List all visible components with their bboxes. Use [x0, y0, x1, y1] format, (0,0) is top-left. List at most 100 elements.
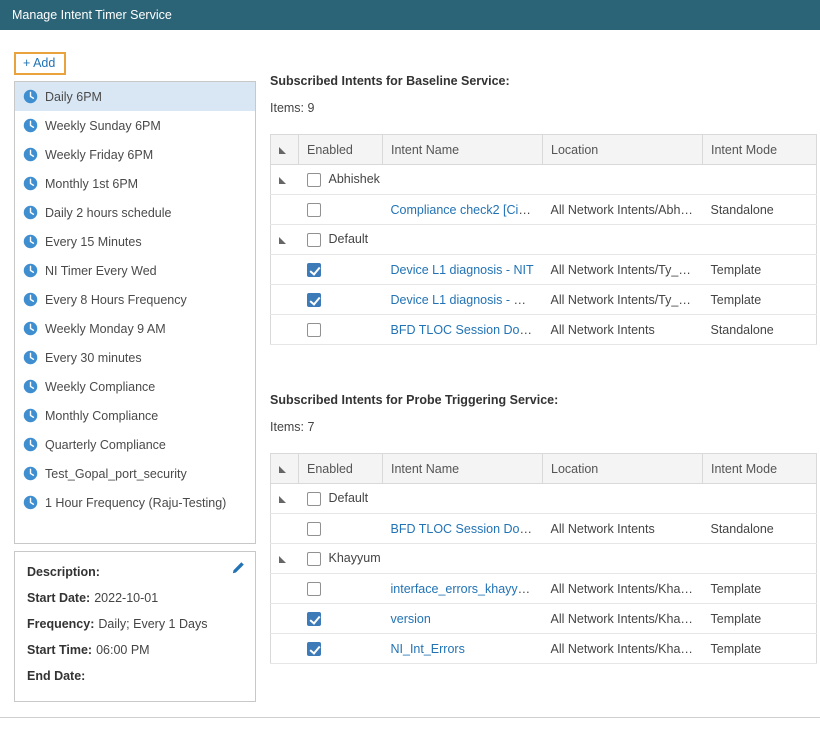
timer-list-item[interactable]: Daily 6PM — [15, 82, 255, 111]
intent-name-link[interactable]: interface_errors_khayyum — [391, 582, 536, 596]
main-content: Subscribed Intents for Baseline Service:… — [270, 30, 820, 664]
detail-field-value: Daily; Every 1 Days — [98, 617, 207, 631]
intent-name-cell: BFD TLOC Session Down — [383, 514, 543, 544]
enabled-checkbox[interactable] — [307, 612, 321, 626]
detail-field: End Date: — [27, 669, 243, 683]
timer-list-item[interactable]: Weekly Compliance — [15, 372, 255, 401]
intent-mode-cell: Template — [703, 285, 817, 315]
clock-icon — [23, 292, 38, 307]
intent-name-link[interactable]: BFD TLOC Session Down — [391, 323, 536, 337]
timer-list-item[interactable]: Daily 2 hours schedule — [15, 198, 255, 227]
intents-table: EnabledIntent NameLocationIntent Mode Abh… — [270, 134, 817, 345]
intent-mode-cell: Standalone — [703, 195, 817, 225]
collapse-all-header[interactable] — [271, 135, 299, 165]
table-row: Khayyum — [271, 544, 817, 574]
timer-item-label: 1 Hour Frequency (Raju-Testing) — [45, 496, 226, 510]
spacer-cell — [271, 315, 299, 345]
timer-list-item[interactable]: Weekly Friday 6PM — [15, 140, 255, 169]
group-expand-cell — [271, 544, 299, 574]
group-name: Khayyum — [329, 551, 381, 565]
intent-name-link[interactable]: Device L1 diagnosis - NIT — [391, 263, 534, 277]
group-name: Default — [329, 232, 369, 246]
timer-list-item[interactable]: Monthly 1st 6PM — [15, 169, 255, 198]
column-header: Intent Name — [383, 454, 543, 484]
intent-name-cell: BFD TLOC Session Down — [383, 315, 543, 345]
items-count: Items: 7 — [270, 420, 820, 434]
intent-name-cell: NI_Int_Errors — [383, 634, 543, 664]
add-timer-button[interactable]: + Add — [14, 52, 66, 75]
enabled-checkbox[interactable] — [307, 233, 321, 247]
timer-item-label: Quarterly Compliance — [45, 438, 166, 452]
enabled-checkbox[interactable] — [307, 492, 321, 506]
enabled-cell — [299, 285, 383, 315]
timer-list-item[interactable]: Every 8 Hours Frequency — [15, 285, 255, 314]
enabled-checkbox[interactable] — [307, 323, 321, 337]
collapse-all-header[interactable] — [271, 454, 299, 484]
header-row: EnabledIntent NameLocationIntent Mode — [271, 135, 817, 165]
triangle-icon[interactable] — [279, 556, 286, 563]
timer-item-label: Monthly 1st 6PM — [45, 177, 138, 191]
table-row: Default — [271, 484, 817, 514]
enabled-checkbox[interactable] — [307, 552, 321, 566]
location-cell: All Network Intents/Ty_Test — [543, 255, 703, 285]
enabled-checkbox[interactable] — [307, 642, 321, 656]
intent-name-link[interactable]: Compliance check2 [Cisco... — [391, 203, 543, 217]
spacer-cell — [271, 255, 299, 285]
timer-list-item[interactable]: Every 30 minutes — [15, 343, 255, 372]
sidebar: + Add Daily 6PM Weekly Sunday 6PM Weekly F… — [14, 52, 256, 702]
pencil-icon[interactable] — [231, 561, 245, 575]
triangle-icon[interactable] — [279, 237, 286, 244]
location-cell: All Network Intents/Ty_Te... — [543, 285, 703, 315]
enabled-checkbox[interactable] — [307, 263, 321, 277]
spacer-cell — [271, 634, 299, 664]
clock-icon — [23, 495, 38, 510]
intent-name-link[interactable]: version — [391, 612, 431, 626]
spacer-cell — [271, 604, 299, 634]
enabled-checkbox[interactable] — [307, 582, 321, 596]
timer-item-label: Test_Gopal_port_security — [45, 467, 187, 481]
enabled-cell — [299, 634, 383, 664]
detail-field-label: Start Time: — [27, 643, 92, 657]
group-expand-cell — [271, 225, 299, 255]
timer-list-item[interactable]: Weekly Sunday 6PM — [15, 111, 255, 140]
location-cell: All Network Intents — [543, 514, 703, 544]
location-cell: All Network Intents/Khayy... — [543, 634, 703, 664]
table-row: BFD TLOC Session Down All Network Intents… — [271, 514, 817, 544]
timer-list-item[interactable]: Quarterly Compliance — [15, 430, 255, 459]
intent-name-cell: Compliance check2 [Cisco... — [383, 195, 543, 225]
spacer-cell — [271, 285, 299, 315]
intent-mode-cell: Template — [703, 604, 817, 634]
bottom-divider — [0, 717, 820, 718]
items-count: Items: 9 — [270, 101, 820, 115]
timer-list-item[interactable]: Monthly Compliance — [15, 401, 255, 430]
section-title: Subscribed Intents for Probe Triggering … — [270, 393, 820, 407]
triangle-icon[interactable] — [279, 496, 286, 503]
timer-list-item[interactable]: Test_Gopal_port_security — [15, 459, 255, 488]
intent-name-link[interactable]: Device L1 diagnosis - NIT -... — [391, 293, 543, 307]
group-name: Abhishek — [329, 172, 380, 186]
location-cell: All Network Intents/Khayy... — [543, 604, 703, 634]
enabled-checkbox[interactable] — [307, 293, 321, 307]
table-row: Device L1 diagnosis - NIT -...All Networ… — [271, 285, 817, 315]
group-expand-cell — [271, 165, 299, 195]
enabled-checkbox[interactable] — [307, 173, 321, 187]
enabled-cell — [299, 195, 383, 225]
triangle-icon[interactable] — [279, 177, 286, 184]
header-row: EnabledIntent NameLocationIntent Mode — [271, 454, 817, 484]
enabled-cell — [299, 255, 383, 285]
spacer-cell — [271, 195, 299, 225]
detail-field-value: 06:00 PM — [96, 643, 150, 657]
enabled-checkbox[interactable] — [307, 203, 321, 217]
timer-item-label: Weekly Sunday 6PM — [45, 119, 161, 133]
timer-list-item[interactable]: Weekly Monday 9 AM — [15, 314, 255, 343]
timer-item-label: Weekly Monday 9 AM — [45, 322, 166, 336]
intent-name-link[interactable]: NI_Int_Errors — [391, 642, 465, 656]
enabled-checkbox[interactable] — [307, 522, 321, 536]
intent-name-link[interactable]: BFD TLOC Session Down — [391, 522, 536, 536]
timer-list-item[interactable]: Every 15 Minutes — [15, 227, 255, 256]
timer-list-item[interactable]: NI Timer Every Wed — [15, 256, 255, 285]
group-name: Default — [329, 491, 369, 505]
clock-icon — [23, 234, 38, 249]
clock-icon — [23, 205, 38, 220]
timer-list-item[interactable]: 1 Hour Frequency (Raju-Testing) — [15, 488, 255, 517]
